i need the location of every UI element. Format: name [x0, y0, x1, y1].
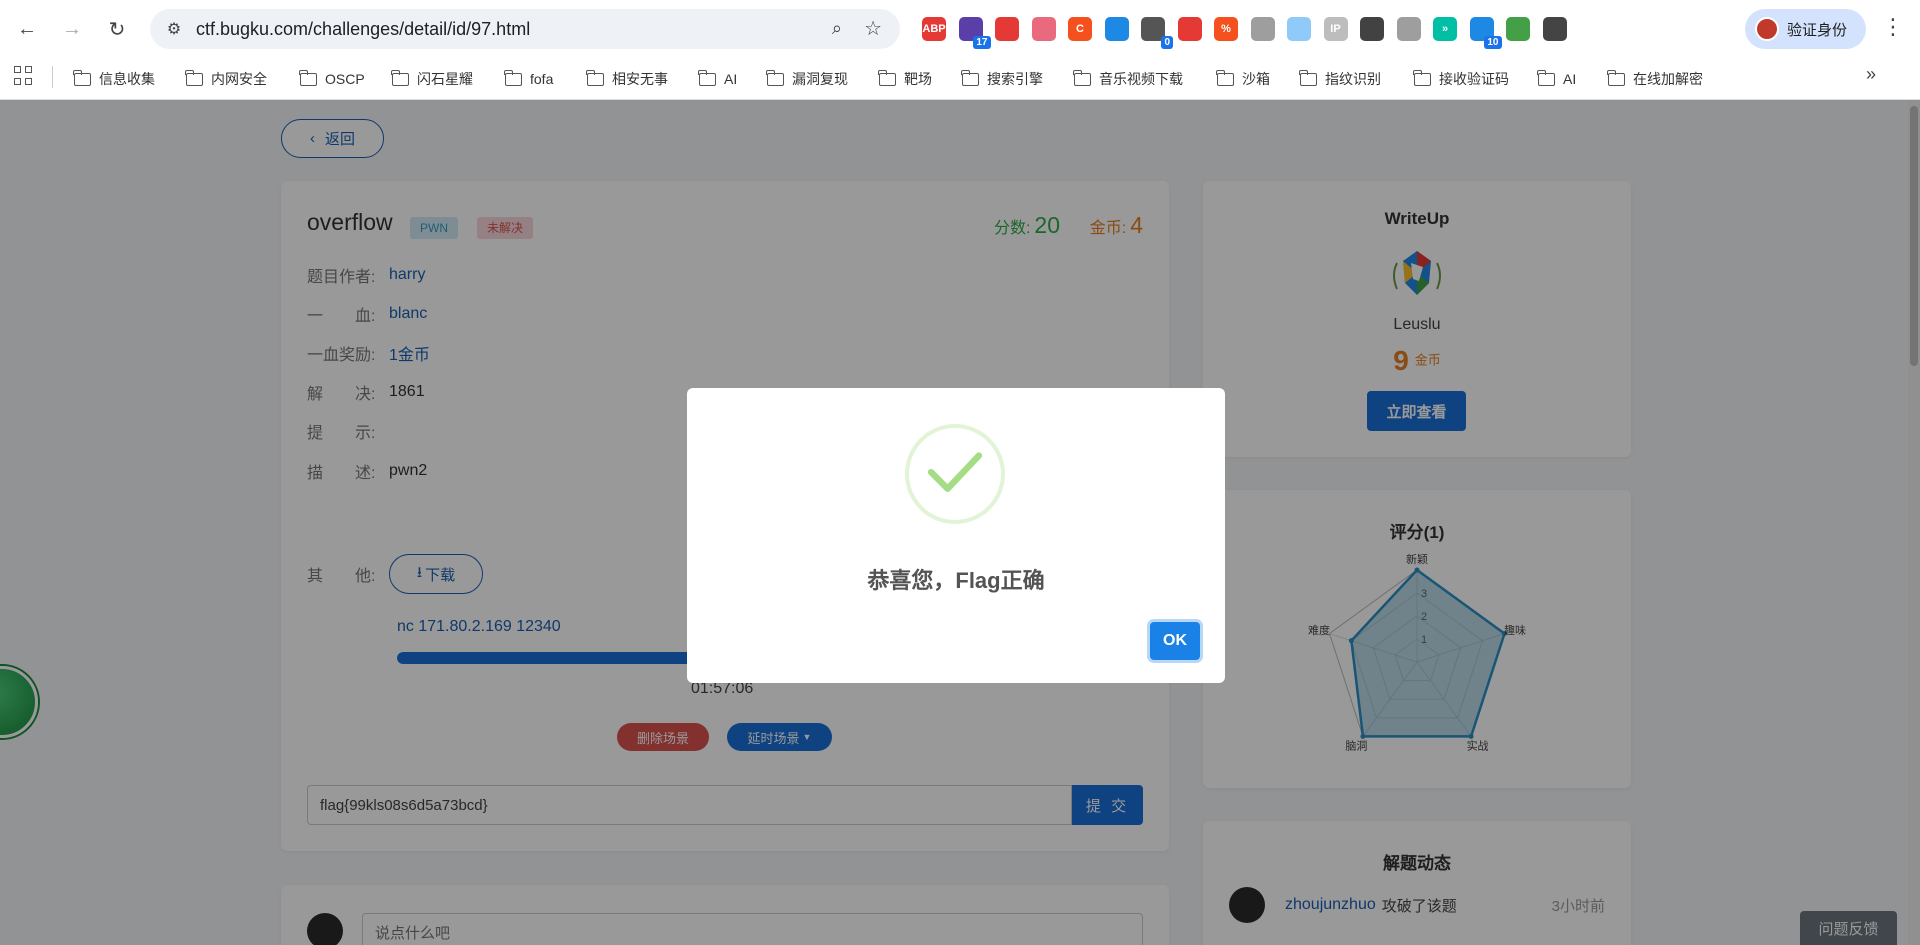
success-check-icon	[905, 424, 1005, 524]
bookmark-folder[interactable]: AI	[698, 67, 738, 91]
dots-extension-icon[interactable]: 0	[1141, 17, 1173, 49]
bookmark-folder[interactable]: OSCP	[299, 67, 365, 91]
bookmark-label: 内网安全	[211, 71, 267, 87]
bookmark-folder[interactable]: 接收验证码	[1413, 67, 1509, 91]
bookmark-folder[interactable]: 沙箱	[1216, 67, 1270, 91]
bookmark-label: 搜索引擎	[987, 71, 1043, 87]
bookmark-label: AI	[724, 71, 738, 87]
bookmark-folder[interactable]: 闪石星耀	[391, 67, 473, 91]
bookmark-label: 靶场	[904, 71, 932, 87]
reload-icon[interactable]: ↻	[100, 12, 134, 46]
folder-icon	[73, 69, 91, 86]
browser-chrome: ← → ↻ ⚙ ctf.bugku.com/challenges/detail/…	[0, 0, 1920, 100]
folder-icon	[185, 69, 203, 86]
wheel-extension-icon[interactable]	[1396, 17, 1421, 41]
bookmark-label: fofa	[530, 71, 554, 87]
extension-badge: 10	[1484, 36, 1502, 49]
folder-icon	[698, 69, 716, 86]
bookmark-label: 信息收集	[99, 71, 155, 87]
checkmark-icon	[927, 452, 983, 492]
color-circle-extension-icon[interactable]	[1104, 17, 1129, 41]
bookmark-label: 沙箱	[1242, 71, 1270, 87]
folder-icon	[1216, 69, 1234, 86]
bookmark-folder[interactable]: 内网安全	[185, 67, 267, 91]
folder-icon	[878, 69, 896, 86]
bookmarks-bar: 信息收集 内网安全 OSCP 闪石星耀 fofa 相安无事 AI 漏洞复现 靶场 搜索引擎 音乐视频…	[0, 58, 1920, 100]
extension-badge: 17	[973, 36, 991, 49]
folder-icon	[1537, 69, 1555, 86]
red-shield-extension-icon[interactable]	[995, 17, 1019, 41]
browser-toolbar: ← → ↻ ⚙ ctf.bugku.com/challenges/detail/…	[0, 0, 1920, 58]
folder-icon	[299, 69, 317, 86]
folder-icon	[766, 69, 784, 86]
profile-button[interactable]: 验证身份	[1745, 9, 1866, 49]
percent-extension-icon[interactable]: %	[1214, 17, 1238, 41]
mouse-extension-icon[interactable]	[1360, 17, 1384, 41]
bookmark-folder[interactable]: 信息收集	[73, 67, 155, 91]
url-text[interactable]: ctf.bugku.com/challenges/detail/id/97.ht…	[196, 19, 530, 40]
puzzle-gray-extension-icon[interactable]	[1250, 17, 1275, 41]
bookmark-folder[interactable]: 靶场	[878, 67, 932, 91]
folder-icon	[961, 69, 979, 86]
bookmark-label: 漏洞复现	[792, 71, 848, 87]
extension-badge: 0	[1161, 36, 1173, 49]
bookmark-label: 在线加解密	[1633, 71, 1703, 87]
ip-extension-icon[interactable]: IP	[1323, 17, 1348, 41]
back-arrow-icon[interactable]: ←	[10, 12, 44, 46]
zoom-icon[interactable]: ⌕	[832, 18, 842, 39]
bookmark-folder[interactable]: 相安无事	[586, 67, 668, 91]
dialog-message: 恭喜您，Flag正确	[867, 568, 1045, 593]
abp-extension-icon[interactable]: ABP	[922, 17, 946, 41]
profile-label: 验证身份	[1787, 21, 1848, 39]
folder-icon	[1413, 69, 1431, 86]
ok-button[interactable]: OK	[1150, 622, 1200, 660]
folder-icon	[586, 69, 604, 86]
tower-extension-icon[interactable]	[1287, 17, 1311, 41]
bookmark-label: 指纹识别	[1325, 71, 1381, 87]
bookmark-label: 接收验证码	[1439, 71, 1509, 87]
bookmark-star-icon[interactable]: ☆	[864, 16, 882, 41]
bookmark-folder[interactable]: 指纹识别	[1299, 67, 1381, 91]
profile-avatar	[1755, 17, 1779, 41]
bookmark-folder[interactable]: 音乐视频下载	[1073, 67, 1183, 91]
noodle-extension-icon[interactable]	[1177, 17, 1202, 41]
pink-shield-extension-icon[interactable]	[1031, 17, 1056, 41]
folder-icon	[1299, 69, 1317, 86]
chevrons-extension-icon[interactable]: »	[1433, 17, 1457, 41]
cloud-extension-icon[interactable]: 10	[1469, 17, 1502, 49]
bookmark-label: 闪石星耀	[417, 71, 473, 87]
folder-icon	[504, 69, 522, 86]
success-dialog: 恭喜您，Flag正确 OK	[687, 388, 1225, 683]
bookmark-folder[interactable]: 搜索引擎	[961, 67, 1043, 91]
site-settings-icon[interactable]: ⚙	[164, 19, 184, 39]
bookmark-folder[interactable]: fofa	[504, 67, 554, 91]
bookmark-folder[interactable]: 在线加解密	[1607, 67, 1703, 91]
bookmark-folder[interactable]: AI	[1537, 67, 1577, 91]
mortarboard-extension-icon[interactable]: 17	[958, 17, 991, 49]
bookmark-label: OSCP	[325, 71, 365, 87]
more-bookmarks-icon[interactable]: »	[1866, 64, 1876, 85]
bookmark-label: 音乐视频下载	[1099, 71, 1183, 87]
forward-arrow-icon[interactable]: →	[55, 12, 89, 46]
puzzle-extension-icon[interactable]	[1542, 17, 1567, 41]
folder-icon	[391, 69, 409, 86]
browser-menu-icon[interactable]: ⋮	[1882, 14, 1904, 40]
bookmark-label: 相安无事	[612, 71, 668, 87]
folder-icon	[1607, 69, 1625, 86]
c-extension-icon[interactable]: C	[1068, 17, 1092, 41]
leaf-extension-icon[interactable]	[1506, 17, 1530, 41]
bookmark-label: AI	[1563, 71, 1577, 87]
address-bar[interactable]: ⚙ ctf.bugku.com/challenges/detail/id/97.…	[150, 9, 900, 49]
folder-icon	[1073, 69, 1091, 86]
bookmark-folder[interactable]: 漏洞复现	[766, 67, 848, 91]
